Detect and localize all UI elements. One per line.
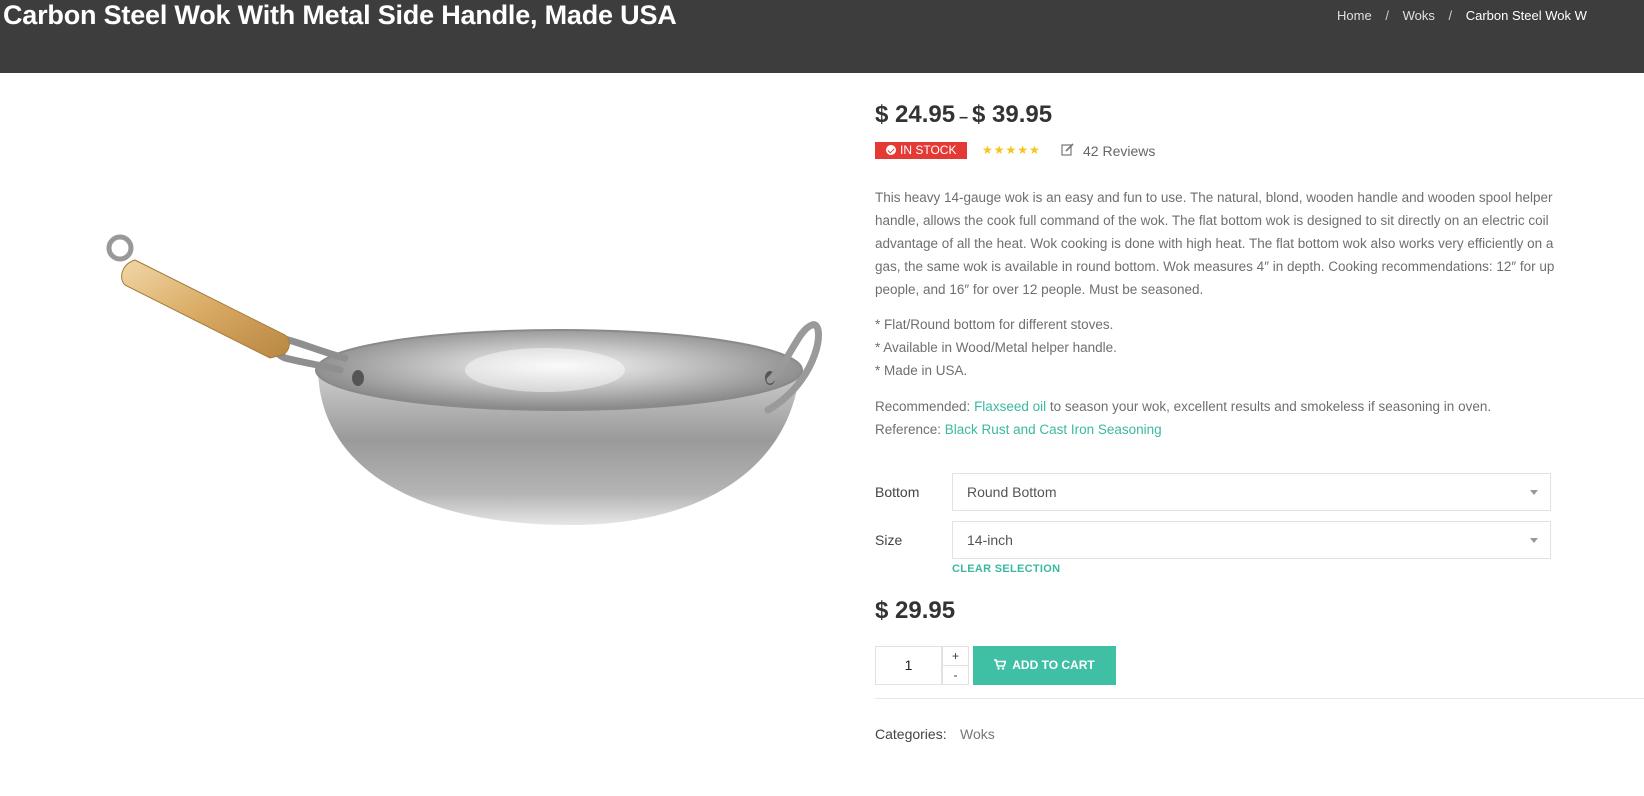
recommended-prefix: Recommended: [875, 399, 975, 414]
reference-prefix: Reference: [875, 422, 945, 437]
add-to-cart-label: ADD TO CART [1012, 658, 1095, 672]
size-select-value: 14-inch [967, 532, 1013, 548]
quantity-input[interactable]: 1 [875, 646, 942, 685]
cart-icon [994, 659, 1007, 670]
description-line: gas, the same wok is available in round … [875, 259, 1555, 274]
stock-badge: IN STOCK [875, 142, 968, 159]
reviews-link[interactable]: 42 Reviews [1083, 143, 1155, 159]
price-max: $ 39.95 [971, 101, 1053, 128]
categories-label: Categories: [875, 726, 947, 742]
add-to-cart-button[interactable]: ADD TO CART [973, 646, 1116, 685]
wok-illustration [106, 234, 822, 525]
recommendation-block: Recommended: Flaxseed oil to season your… [875, 395, 1491, 441]
feature-item: * Available in Wood/Metal helper handle. [875, 340, 1117, 355]
feature-item: * Made in USA. [875, 363, 968, 378]
description-line: people, and 16″ for over 12 people. Must… [875, 282, 1204, 297]
description-line: advantage of all the heat. Wok cooking i… [875, 236, 1554, 251]
recommended-line: Recommended: Flaxseed oil to season your… [875, 395, 1491, 418]
rating-stars: ★★★★★ [982, 143, 1041, 157]
edit-icon[interactable] [1061, 143, 1074, 156]
clear-selection-link[interactable]: CLEAR SELECTION [952, 563, 1060, 575]
price-min: $ 24.95 [875, 101, 956, 128]
product-image[interactable] [100, 220, 840, 540]
description-line: This heavy 14-gauge wok is an easy and f… [875, 190, 1553, 205]
divider [875, 698, 1644, 699]
category-woks-link[interactable]: Woks [960, 726, 995, 742]
check-circle-icon [886, 145, 896, 155]
seasoning-reference-link[interactable]: Black Rust and Cast Iron Seasoning [945, 422, 1162, 437]
product-description: This heavy 14-gauge wok is an easy and f… [875, 186, 1644, 301]
chevron-down-icon [1530, 490, 1538, 495]
page-title: Carbon Steel Wok With Metal Side Handle,… [3, 0, 677, 30]
feature-list: * Flat/Round bottom for different stoves… [875, 313, 1117, 382]
flaxseed-oil-link[interactable]: Flaxseed oil [974, 399, 1046, 414]
size-select[interactable]: 14-inch [952, 521, 1551, 559]
quantity-decrement-button[interactable]: - [942, 665, 969, 685]
chevron-down-icon [1530, 538, 1538, 543]
reference-line: Reference: Black Rust and Cast Iron Seas… [875, 418, 1491, 441]
description-line: handle, allows the cook full command of … [875, 213, 1549, 228]
size-label: Size [875, 532, 903, 548]
price-dash: – [959, 109, 968, 126]
product-info: $ 24.95– $ 39.95 IN STOCK ★★★★★ 42 Review… [875, 0, 1644, 796]
bottom-label: Bottom [875, 484, 920, 500]
feature-item: * Flat/Round bottom for different stoves… [875, 317, 1114, 332]
quantity-increment-button[interactable]: + [942, 646, 969, 666]
variation-price: $ 29.95 [875, 597, 956, 624]
bottom-select-value: Round Bottom [967, 484, 1057, 500]
price-range: $ 24.95– $ 39.95 [875, 101, 1052, 129]
bottom-select[interactable]: Round Bottom [952, 473, 1551, 511]
recommended-suffix: to season your wok, excellent results an… [1046, 399, 1492, 414]
stock-label: IN STOCK [900, 143, 957, 157]
